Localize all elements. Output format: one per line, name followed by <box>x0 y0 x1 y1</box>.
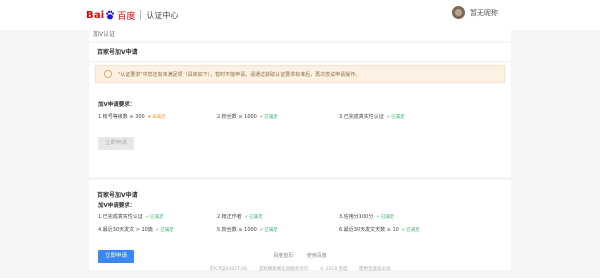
requirement-item: 1.帐号等级数 ≥ 300未满足 <box>98 113 166 120</box>
avatar[interactable] <box>452 6 465 19</box>
status-badge: 已满足 <box>402 228 420 233</box>
requirement-label: 1.帐号等级数 ≥ 300 <box>98 114 145 120</box>
warning-icon: ! <box>104 70 112 78</box>
footer-license[interactable]: 互联网新闻信息服务许可 <box>259 267 309 272</box>
logo-divider <box>140 10 142 20</box>
user-menu[interactable]: 暂无昵称 <box>452 6 498 19</box>
status-badge: 已满足 <box>260 228 278 233</box>
logo-text-cn: 百度 <box>117 11 136 22</box>
status-badge: 未满足 <box>148 115 166 120</box>
requirement-item: 3.已完成真实性认证已满足 <box>339 113 405 120</box>
requirement-label: 2.帐正作者 <box>217 214 242 220</box>
username[interactable]: 暂无昵称 <box>470 8 498 18</box>
requirement-item: 3.信用分100分已满足 <box>339 213 394 220</box>
warning-notice: ! "认证要求"中您还有未满足项（具体如下），暂时不能申请。请通过获取认证要求标… <box>95 65 505 83</box>
requirement-label: 3.信用分100分 <box>339 214 374 220</box>
requirement-label: 3.已完成真实性认证 <box>339 114 384 120</box>
logo-text-bai: Bai <box>86 9 105 21</box>
site-name: 认证中心 <box>146 10 179 20</box>
requirement-label: 1.已完成真实性认证 <box>98 214 143 220</box>
footer-icp[interactable]: 京ICP证030173号 <box>209 267 247 272</box>
card-application-disabled: 百家号加V申请 ! "认证要求"中您还有未满足项（具体如下），暂时不能申请。请通… <box>89 43 511 177</box>
status-badge: 已满足 <box>387 115 405 120</box>
page-title: 加V认证 <box>89 30 511 41</box>
footer-copyright: 京ICP证030173号 互联网新闻信息服务许可 © 2018 百度 使用百度前… <box>0 266 600 272</box>
main-content: 加V认证 百家号加V申请 ! "认证要求"中您还有未满足项（具体如下），暂时不能… <box>89 30 511 270</box>
baidu-logo[interactable]: Bai 百度 认证中心 <box>86 8 178 22</box>
requirement-item: 4.最近30天发文 > 10篇已满足 <box>98 226 174 233</box>
card-divider <box>89 61 511 62</box>
requirement-item: 2.粉丝数 ≥ 1000已满足 <box>217 113 278 120</box>
requirements-title: 加V申请要求： <box>98 102 136 108</box>
card-title: 百家号加V申请 <box>97 49 138 56</box>
requirement-label: 6.最近30天发文天数 ≥ 10 <box>339 227 399 233</box>
footer-link-home[interactable]: 百度首页 <box>273 253 293 259</box>
footer-links: 百度首页 使用百度 <box>0 252 600 259</box>
paw-icon <box>105 10 115 20</box>
status-badge: 已满足 <box>146 215 164 220</box>
requirements-title: 加V申请要求： <box>98 203 136 209</box>
requirement-item: 6.最近30天发文天数 ≥ 10已满足 <box>339 226 420 233</box>
status-badge: 已满足 <box>156 228 174 233</box>
footer-read-before-use[interactable]: 使用百度前必读 <box>359 267 391 272</box>
requirement-item: 1.已完成真实性认证已满足 <box>98 213 164 220</box>
status-badge: 已满足 <box>376 215 394 220</box>
requirement-label: 2.粉丝数 ≥ 1000 <box>217 114 257 120</box>
requirement-label: 5.粉丝数 ≥ 1000 <box>217 227 257 233</box>
apply-button-disabled[interactable]: 立即申请 <box>98 137 134 150</box>
requirement-label: 4.最近30天发文 > 10篇 <box>98 227 153 233</box>
status-badge: 已满足 <box>245 215 263 220</box>
requirement-item: 5.粉丝数 ≥ 1000已满足 <box>217 226 278 233</box>
status-badge: 已满足 <box>260 115 278 120</box>
requirement-item: 2.帐正作者已满足 <box>217 213 263 220</box>
card-title: 百家号加V申请 <box>97 192 138 199</box>
top-bar: Bai 百度 认证中心 暂无昵称 <box>0 0 600 30</box>
footer-copyright-text: © 2018 百度 <box>319 267 348 272</box>
notice-text: "认证要求"中您还有未满足项（具体如下），暂时不能申请。请通过获取认证要求标准后… <box>118 71 361 78</box>
footer-link-terms[interactable]: 使用百度 <box>307 253 327 259</box>
